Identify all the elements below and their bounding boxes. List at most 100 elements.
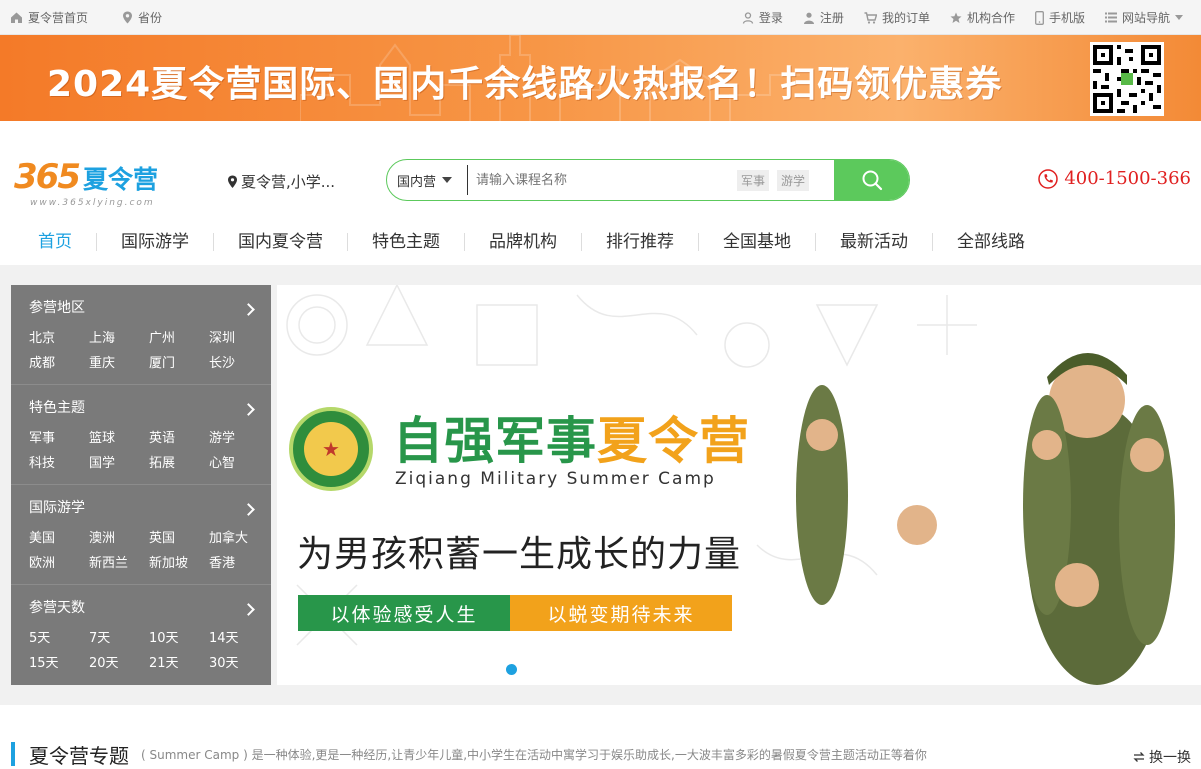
search-tag-military[interactable]: 军事 <box>737 169 770 191</box>
sidebar-group-days[interactable]: 参营天数 5天 7天 10天 14天 15天 20天 21天 30天 <box>11 585 271 685</box>
nav-latest-events[interactable]: 最新活动 <box>816 233 933 251</box>
sidebar-item[interactable]: 长沙 <box>209 352 269 371</box>
sidebar-item[interactable]: 14天 <box>209 627 269 646</box>
location-selector[interactable]: 夏令营,小学... <box>227 171 335 192</box>
star-emblem-icon: ★ <box>304 422 358 476</box>
sidebar-item[interactable]: 厦门 <box>149 352 209 371</box>
sidebar-item[interactable]: 重庆 <box>89 352 149 371</box>
sidebar-item[interactable]: 国学 <box>89 452 149 471</box>
sidebar-item[interactable]: 5天 <box>29 627 89 646</box>
star-icon <box>950 12 962 23</box>
sidebar-item[interactable]: 香港 <box>209 552 269 571</box>
sidebar-item[interactable]: 军事 <box>29 427 89 446</box>
promo-banner[interactable]: 2024夏令营国际、国内千余线路火热报名！扫码领优惠券 <box>0 35 1201 121</box>
hero-subtitle: Ziqiang Military Summer Camp <box>395 469 716 489</box>
site-logo[interactable]: 365 夏令营 www.365xlying.com <box>14 159 189 209</box>
sidebar-item[interactable]: 21天 <box>149 652 209 671</box>
sidebar-group-theme[interactable]: 特色主题 军事 篮球 英语 游学 科技 国学 拓展 心智 <box>11 385 271 485</box>
sidebar-item[interactable]: 科技 <box>29 452 89 471</box>
main-area: 参营地区 北京 上海 广州 深圳 成都 重庆 厦门 长沙 特色主题 军事 篮球 … <box>0 265 1201 705</box>
search-category-label: 国内营 <box>397 174 437 190</box>
nav-all-routes[interactable]: 全部线路 <box>933 233 1049 251</box>
banner-headline: 2024夏令营国际、国内千余线路火热报名！扫码领优惠券 <box>47 64 1003 105</box>
sidebar-item[interactable]: 篮球 <box>89 427 149 446</box>
hero-title-green: 自强军事 <box>393 412 597 470</box>
hotline-number: 400-1500-366 <box>1064 168 1191 189</box>
sidebar-item[interactable]: 新加坡 <box>149 552 209 571</box>
sidebar-group-title: 特色主题 <box>29 400 85 416</box>
sidebar-item[interactable]: 新西兰 <box>89 552 149 571</box>
nav-home[interactable]: 首页 <box>14 233 97 251</box>
location-pin-icon <box>123 11 133 23</box>
mobile-link[interactable]: 手机版 <box>1035 9 1085 26</box>
phone-call-icon <box>1038 168 1059 189</box>
orders-label: 我的订单 <box>881 11 930 25</box>
section-description: ( Summer Camp ) 是一种体验,更是一种经历,让青少年儿童,中小学生… <box>141 747 927 762</box>
login-link[interactable]: 登录 <box>742 9 783 26</box>
home-link-label: 夏令营首页 <box>28 10 89 25</box>
sidebar-item[interactable]: 广州 <box>149 327 209 346</box>
nav-brands[interactable]: 品牌机构 <box>465 233 582 251</box>
nav-rankings[interactable]: 排行推荐 <box>582 233 699 251</box>
topic-section-header: 夏令营专题 ( Summer Camp ) 是一种体验,更是一种经历,让青少年儿… <box>11 740 1191 768</box>
sidebar-item[interactable]: 游学 <box>209 427 269 446</box>
sidebar-group-region[interactable]: 参营地区 北京 上海 广州 深圳 成都 重庆 厦门 长沙 <box>11 285 271 385</box>
user-icon <box>742 11 754 24</box>
sidebar-item[interactable]: 15天 <box>29 652 89 671</box>
partner-label: 机构合作 <box>966 11 1015 25</box>
sidebar-item[interactable]: 心智 <box>209 452 269 471</box>
search-button[interactable] <box>834 160 909 200</box>
nav-themes[interactable]: 特色主题 <box>348 233 465 251</box>
logo-digits: 365 <box>14 157 81 197</box>
swap-button[interactable]: 换一换 <box>1133 747 1191 767</box>
province-label: 省份 <box>138 10 163 25</box>
logo-url: www.365xlying.com <box>30 198 155 208</box>
sidebar-item[interactable]: 30天 <box>209 652 269 671</box>
nav-domestic-camp[interactable]: 国内夏令营 <box>214 233 348 251</box>
sidebar-item[interactable]: 英语 <box>149 427 209 446</box>
sidebar-group-title: 国际游学 <box>29 500 85 516</box>
sidebar-item[interactable]: 北京 <box>29 327 89 346</box>
sidebar-item[interactable]: 10天 <box>149 627 209 646</box>
caret-down-icon <box>1175 14 1183 20</box>
sidebar-item[interactable]: 成都 <box>29 352 89 371</box>
sidebar-item[interactable]: 美国 <box>29 527 89 546</box>
site-header: 365夏令营 www.365xlying.com 夏令营,小学... 国内营 军… <box>0 121 1201 251</box>
sidebar-item[interactable]: 20天 <box>89 652 149 671</box>
hero-title: 自强军事夏令营 <box>393 401 750 473</box>
cart-icon <box>864 11 877 24</box>
sidebar-item[interactable]: 澳洲 <box>89 527 149 546</box>
mobile-label: 手机版 <box>1048 11 1085 25</box>
hero-carousel[interactable]: ★ 自强军事夏令营 Ziqiang Military Summer Camp 为… <box>277 285 1201 685</box>
hero-title-orange: 夏令营 <box>597 412 750 470</box>
sidebar-group-title: 参营地区 <box>29 300 85 316</box>
sidebar-item[interactable]: 深圳 <box>209 327 269 346</box>
site-nav-link[interactable]: 网站导航 <box>1104 9 1183 26</box>
main-nav: 首页 国际游学 国内夏令营 特色主题 品牌机构 排行推荐 全国基地 最新活动 全… <box>14 229 1049 255</box>
sidebar-item[interactable]: 加拿大 <box>209 527 269 546</box>
search-input[interactable] <box>467 165 737 195</box>
top-links: 登录 注册 我的订单 机构合作 手机版 网站导航 <box>742 0 1183 35</box>
nav-bases[interactable]: 全国基地 <box>699 233 816 251</box>
register-label: 注册 <box>819 11 844 25</box>
sidebar-item[interactable]: 7天 <box>89 627 149 646</box>
hotline[interactable]: 400-1500-366 <box>1038 168 1191 189</box>
home-link[interactable]: 夏令营首页 <box>10 9 88 26</box>
sidebar-group-international[interactable]: 国际游学 美国 澳洲 英国 加拿大 欧洲 新西兰 新加坡 香港 <box>11 485 271 585</box>
register-link[interactable]: 注册 <box>803 9 844 26</box>
sidebar-item[interactable]: 拓展 <box>149 452 209 471</box>
sidebar-item[interactable]: 欧洲 <box>29 552 89 571</box>
qr-code <box>1090 42 1164 116</box>
province-selector[interactable]: 省份 <box>122 9 162 26</box>
carousel-dot-active[interactable] <box>506 664 517 675</box>
search-tag-study-tour[interactable]: 游学 <box>777 169 810 191</box>
section-title: 夏令营专题 <box>29 743 129 768</box>
search-category-dropdown[interactable]: 国内营 <box>387 171 467 190</box>
location-pin-icon <box>228 175 237 188</box>
location-text: 夏令营,小学... <box>241 173 336 191</box>
partner-link[interactable]: 机构合作 <box>950 9 1015 26</box>
sidebar-item[interactable]: 上海 <box>89 327 149 346</box>
nav-international-study[interactable]: 国际游学 <box>97 233 214 251</box>
orders-link[interactable]: 我的订单 <box>864 9 930 26</box>
sidebar-item[interactable]: 英国 <box>149 527 209 546</box>
